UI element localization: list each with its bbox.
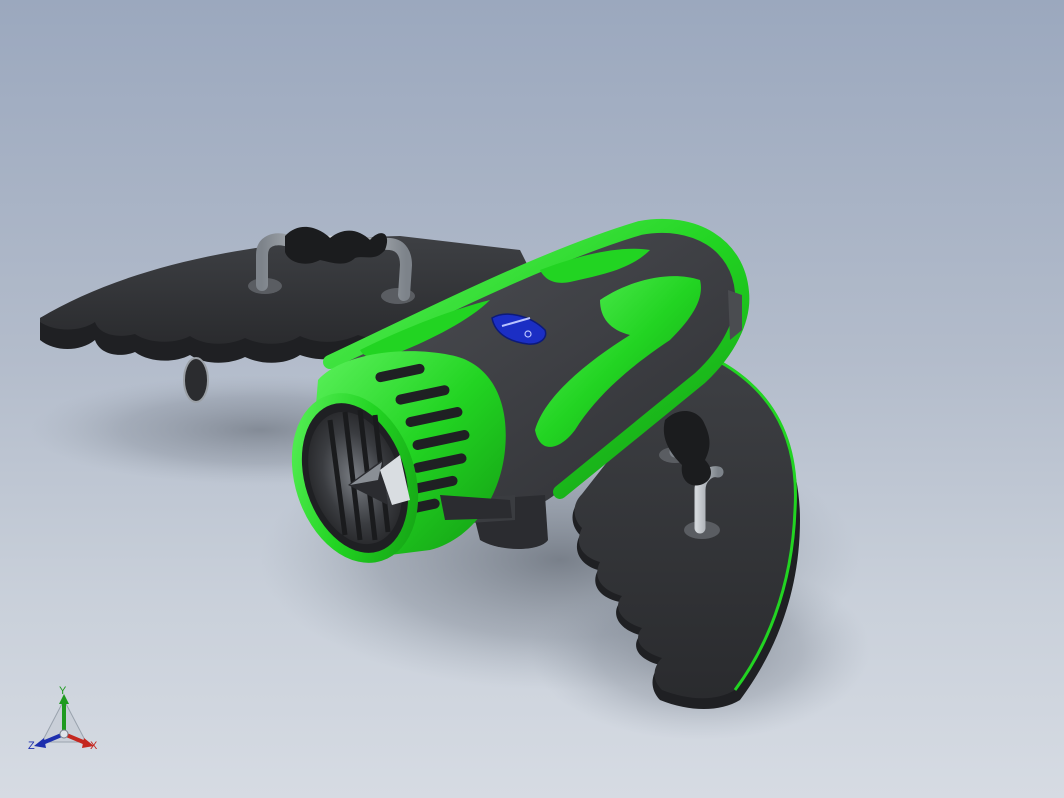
left-fin: [183, 357, 209, 403]
triad-z-label: Z: [28, 740, 35, 752]
view-orientation-triad[interactable]: Y Z X: [26, 686, 104, 756]
triad-x-label: X: [90, 740, 98, 752]
triad-y-label: Y: [59, 685, 67, 697]
model-scene[interactable]: [0, 0, 1064, 798]
graphics-viewport[interactable]: Y Z X: [0, 0, 1064, 798]
